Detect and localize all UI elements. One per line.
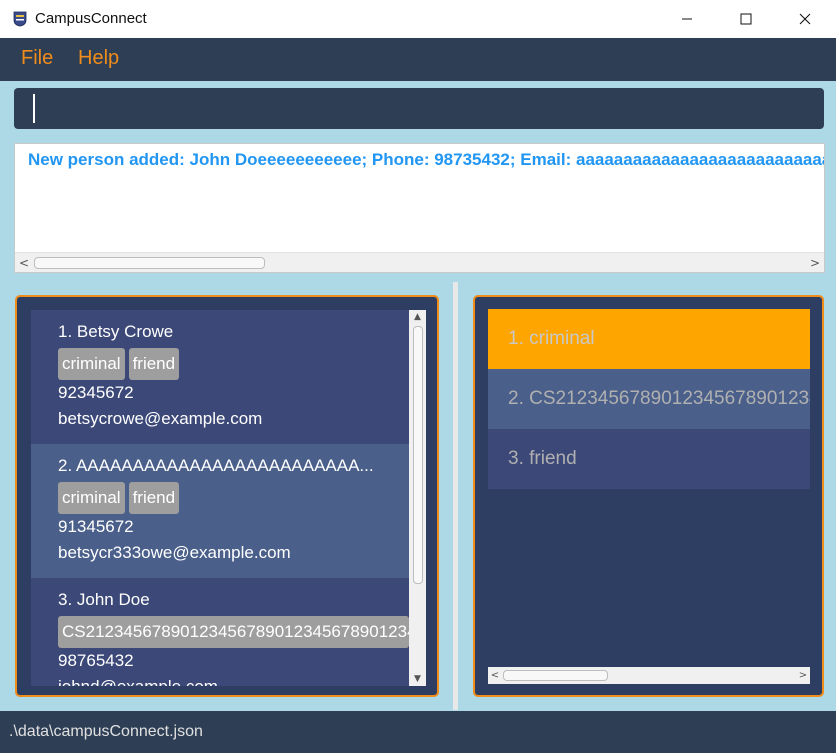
tag-label: friend: [128, 348, 180, 380]
maximize-icon: [740, 13, 752, 25]
scroll-left-icon[interactable]: <: [489, 668, 501, 683]
menu-file[interactable]: File: [21, 47, 53, 70]
tag-list-item[interactable]: 3. friend: [488, 429, 810, 489]
scroll-right-icon[interactable]: >: [797, 668, 809, 683]
save-file-path: .\data\campusConnect.json: [9, 723, 203, 740]
scroll-right-icon[interactable]: >: [808, 255, 822, 271]
person-card[interactable]: 3. John Doe CS21234567890123456789012345…: [31, 578, 409, 686]
scroll-down-icon[interactable]: ▼: [410, 672, 425, 686]
person-name: 1. Betsy Crowe: [58, 322, 174, 341]
person-card[interactable]: 1. Betsy Crowe criminal friend 92345672 …: [31, 310, 409, 444]
person-list: 1. Betsy Crowe criminal friend 92345672 …: [31, 310, 409, 686]
person-phone: 98765432: [58, 651, 134, 670]
text-caret: [33, 94, 35, 123]
result-message: New person added: John Doeeeeeeeeeee; Ph…: [28, 150, 825, 169]
title-bar: CampusConnect: [0, 0, 836, 38]
app-logo-icon: [13, 11, 27, 27]
status-bar: .\data\campusConnect.json: [0, 711, 836, 753]
tag-list-item-selected[interactable]: 1. criminal: [488, 309, 810, 369]
tag-list-item[interactable]: 2. CS21234567890123456789012345678901234…: [488, 369, 810, 429]
scroll-left-icon[interactable]: <: [17, 255, 31, 271]
scroll-thumb[interactable]: [413, 326, 423, 584]
window-title: CampusConnect: [35, 10, 147, 27]
person-phone: 92345672: [58, 383, 134, 402]
result-display: New person added: John Doeeeeeeeeeee; Ph…: [14, 143, 825, 273]
person-card[interactable]: 2. AAAAAAAAAAAAAAAAAAAAAAAAA... criminal…: [31, 444, 409, 578]
tag-list-horizontal-scrollbar[interactable]: < >: [488, 667, 810, 684]
close-button[interactable]: [782, 0, 828, 38]
command-box: [14, 88, 824, 129]
split-pane-divider[interactable]: [453, 282, 458, 710]
tag-label: CS21234567890123456789012345678901234567…: [58, 616, 409, 648]
menu-help[interactable]: Help: [78, 47, 119, 70]
tag-label: criminal: [58, 348, 125, 380]
tag-list-panel: 1. criminal 2. CS21234567890123456789012…: [473, 295, 824, 697]
tag-list-label: 1. criminal: [508, 328, 595, 349]
person-list-panel: 1. Betsy Crowe criminal friend 92345672 …: [15, 295, 439, 697]
scroll-up-icon[interactable]: ▲: [410, 310, 425, 324]
person-name: 2. AAAAAAAAAAAAAAAAAAAAAAAAA...: [58, 456, 374, 475]
person-tags: criminal friend: [58, 482, 180, 514]
minimize-button[interactable]: [664, 0, 710, 38]
person-name: 3. John Doe: [58, 590, 150, 609]
tag-list-label: 2. CS21234567890123456789012345678901234…: [508, 388, 810, 409]
command-input[interactable]: [14, 88, 824, 129]
person-phone: 91345672: [58, 517, 134, 536]
scroll-thumb[interactable]: [503, 670, 608, 681]
maximize-button[interactable]: [723, 0, 769, 38]
person-email: johnd@example.com: [58, 677, 218, 686]
scroll-thumb[interactable]: [34, 257, 265, 269]
person-email: betsycr333owe@example.com: [58, 543, 291, 562]
tag-list-label: 3. friend: [508, 448, 577, 469]
menu-bar: File Help: [0, 38, 836, 81]
tag-list: 1. criminal 2. CS21234567890123456789012…: [488, 309, 810, 489]
person-tags: CS21234567890123456789012345678901234567…: [58, 616, 409, 648]
person-list-vertical-scrollbar[interactable]: ▲ ▼: [409, 310, 426, 686]
tag-label: criminal: [58, 482, 125, 514]
person-email: betsycrowe@example.com: [58, 409, 263, 428]
person-tags: criminal friend: [58, 348, 180, 380]
result-horizontal-scrollbar[interactable]: < >: [15, 252, 824, 272]
tag-label: friend: [128, 482, 180, 514]
close-icon: [799, 13, 811, 25]
minimize-icon: [682, 18, 692, 20]
